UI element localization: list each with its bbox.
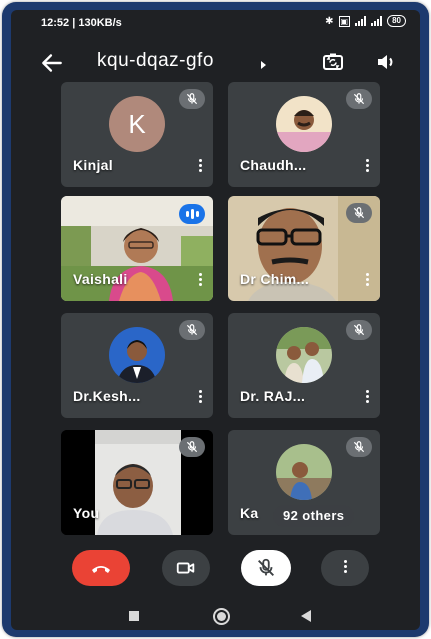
more-vertical-icon[interactable] bbox=[195, 273, 205, 289]
arrow-left-icon[interactable] bbox=[39, 50, 65, 76]
more-vertical-icon bbox=[340, 560, 350, 576]
meet-screen: 12:52 | 130KB/s ✱ ▣ 80 kqu-dqaz-gfo K Ki… bbox=[11, 10, 420, 630]
status-bar: 12:52 | 130KB/s ✱ ▣ 80 bbox=[11, 10, 420, 34]
speaker-icon[interactable] bbox=[374, 50, 398, 74]
participant-name: Dr.Kesh... bbox=[73, 388, 141, 404]
mic-off-icon bbox=[179, 89, 205, 109]
recents-icon[interactable] bbox=[129, 611, 139, 621]
battery-icon: 80 bbox=[387, 15, 406, 27]
more-vertical-icon[interactable] bbox=[362, 390, 372, 406]
participant-tile-you[interactable]: You bbox=[61, 430, 213, 535]
more-vertical-icon[interactable] bbox=[195, 390, 205, 406]
participant-name: You bbox=[73, 505, 100, 521]
app-bar: kqu-dqaz-gfo bbox=[11, 42, 420, 82]
participant-tile-vaishali[interactable]: Vaishali bbox=[61, 196, 213, 301]
end-call-button[interactable] bbox=[72, 550, 130, 586]
network-speed: 130KB/s bbox=[78, 17, 122, 29]
mic-off-icon bbox=[346, 320, 372, 340]
signal-4g-icon bbox=[355, 16, 367, 26]
participant-name: Ka bbox=[240, 505, 259, 521]
call-controls bbox=[11, 550, 420, 594]
mic-off-icon bbox=[258, 558, 274, 576]
camera-toggle-button[interactable] bbox=[162, 550, 210, 586]
others-count-pill[interactable]: 92 others bbox=[273, 505, 355, 527]
status-icons: ✱ ▣ 80 bbox=[325, 15, 406, 27]
avatar bbox=[276, 96, 332, 152]
participant-tile-chaudh[interactable]: Chaudh... bbox=[228, 82, 380, 187]
participant-name: Chaudh... bbox=[240, 157, 307, 173]
signal-icon bbox=[371, 16, 383, 26]
participant-name: Vaishali bbox=[73, 271, 128, 287]
status-time: 12:52 | 130KB/s bbox=[41, 17, 122, 29]
mic-toggle-button[interactable] bbox=[241, 550, 291, 586]
back-triangle-icon[interactable] bbox=[301, 610, 311, 622]
mic-off-icon bbox=[179, 437, 205, 457]
more-vertical-icon[interactable] bbox=[195, 159, 205, 175]
participant-tile-dr-kesh[interactable]: Dr.Kesh... bbox=[61, 313, 213, 418]
participant-tile-dr-raj[interactable]: Dr. RAJ... bbox=[228, 313, 380, 418]
system-nav-bar bbox=[11, 600, 420, 630]
video-camera-icon bbox=[176, 562, 195, 574]
more-vertical-icon[interactable] bbox=[362, 273, 372, 289]
avatar bbox=[109, 327, 165, 383]
mic-off-icon bbox=[346, 203, 372, 223]
mic-off-icon bbox=[346, 437, 372, 457]
vibrate-icon: ▣ bbox=[338, 15, 351, 27]
phone-frame: 12:52 | 130KB/s ✱ ▣ 80 kqu-dqaz-gfo K Ki… bbox=[2, 2, 429, 637]
clock: 12:52 bbox=[41, 17, 70, 29]
participant-tile-others[interactable]: Ka 92 others bbox=[228, 430, 380, 535]
participant-tile-dr-chim[interactable]: Dr Chim... bbox=[228, 196, 380, 301]
participant-name: Kinjal bbox=[73, 157, 113, 173]
caret-right-icon[interactable] bbox=[261, 61, 266, 69]
end-call-icon bbox=[92, 566, 110, 573]
participant-name: Dr Chim... bbox=[240, 271, 310, 287]
participant-name: Dr. RAJ... bbox=[240, 388, 306, 404]
avatar bbox=[276, 327, 332, 383]
home-icon[interactable] bbox=[213, 608, 230, 625]
mic-off-icon bbox=[346, 89, 372, 109]
switch-camera-icon[interactable] bbox=[321, 50, 345, 74]
meeting-code[interactable]: kqu-dqaz-gfo bbox=[97, 50, 214, 72]
more-vertical-icon[interactable] bbox=[362, 159, 372, 175]
avatar: K bbox=[109, 96, 165, 152]
bluetooth-icon: ✱ bbox=[325, 15, 334, 27]
mic-off-icon bbox=[179, 320, 205, 340]
avatar bbox=[276, 444, 332, 500]
more-options-button[interactable] bbox=[321, 550, 369, 586]
participant-tile-kinjal[interactable]: K Kinjal bbox=[61, 82, 213, 187]
speaking-indicator-icon bbox=[179, 204, 205, 224]
